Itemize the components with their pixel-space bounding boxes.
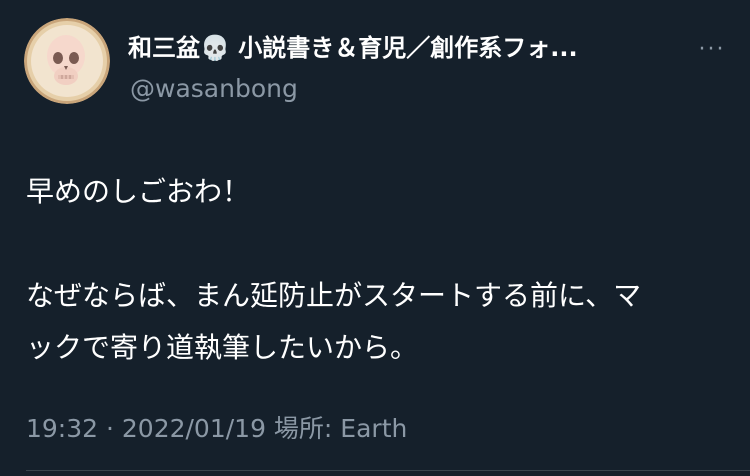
more-icon: ··· bbox=[698, 36, 726, 62]
avatar[interactable] bbox=[24, 18, 110, 104]
tweet-line-2: なぜならば、まん延防止がスタートする前に、マ bbox=[26, 279, 642, 312]
tweet-line-1: 早めのしごおわ！ bbox=[26, 175, 251, 208]
tweet: 和三盆💀 小説書き＆育児／創作系フォ... @wasanbong ··· 早めの… bbox=[0, 0, 750, 476]
skull-avatar-icon bbox=[24, 18, 110, 104]
user-handle[interactable]: @wasanbong bbox=[130, 74, 298, 104]
divider bbox=[26, 470, 750, 471]
tweet-line-3: ックで寄り道執筆したいから。 bbox=[26, 331, 419, 364]
tweet-text: 早めのしごおわ！ なぜならば、まん延防止がスタートする前に、マ ックで寄り道執筆… bbox=[26, 166, 736, 374]
more-button[interactable]: ··· bbox=[690, 34, 734, 64]
display-name[interactable]: 和三盆💀 小説書き＆育児／創作系フォ... bbox=[128, 32, 658, 64]
tweet-timestamp-location[interactable]: 19:32 · 2022/01/19 場所: Earth bbox=[26, 412, 407, 446]
